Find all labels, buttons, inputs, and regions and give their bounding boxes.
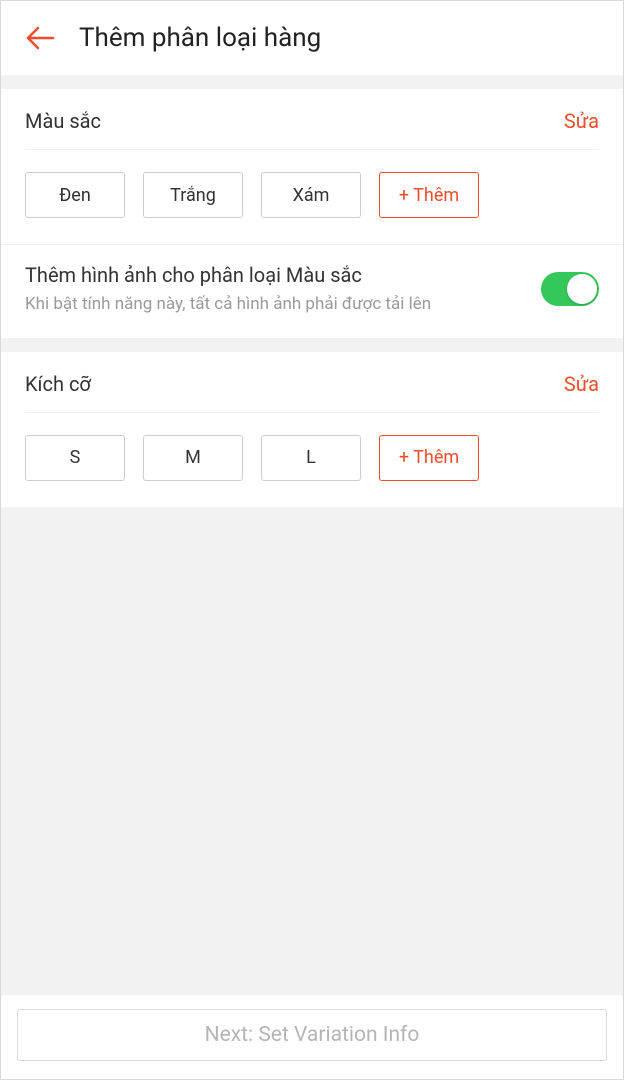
image-toggle-row: Thêm hình ảnh cho phân loại Màu sắc Khi … — [1, 244, 623, 338]
section-size-header: Kích cỡ Sửa — [1, 352, 623, 412]
image-toggle-title: Thêm hình ảnh cho phân loại Màu sắc — [25, 263, 525, 287]
page-title: Thêm phân loại hàng — [79, 23, 321, 53]
section-gap — [1, 338, 623, 352]
section-color-title: Màu sắc — [25, 109, 101, 133]
color-chip-grey[interactable]: Xám — [261, 172, 361, 218]
add-size-button[interactable]: + Thêm — [379, 435, 479, 481]
size-chip-row: S M L + Thêm — [1, 413, 623, 507]
color-chip-white[interactable]: Trắng — [143, 172, 243, 218]
section-size-title: Kích cỡ — [25, 372, 91, 396]
header-bar: Thêm phân loại hàng — [1, 1, 623, 75]
size-chip-l[interactable]: L — [261, 435, 361, 481]
next-button[interactable]: Next: Set Variation Info — [17, 1009, 607, 1061]
image-toggle-subtitle: Khi bật tính năng này, tất cả hình ảnh p… — [25, 293, 525, 316]
size-chip-s[interactable]: S — [25, 435, 125, 481]
color-chip-row: Đen Trắng Xám + Thêm — [1, 150, 623, 244]
section-size: Kích cỡ Sửa S M L + Thêm — [1, 352, 623, 507]
size-chip-m[interactable]: M — [143, 435, 243, 481]
edit-color-button[interactable]: Sửa — [564, 109, 599, 133]
add-color-button[interactable]: + Thêm — [379, 172, 479, 218]
back-arrow-icon[interactable] — [25, 26, 55, 50]
image-toggle-text: Thêm hình ảnh cho phân loại Màu sắc Khi … — [25, 263, 525, 316]
edit-size-button[interactable]: Sửa — [564, 372, 599, 396]
toggle-knob — [567, 274, 597, 304]
image-toggle-switch[interactable] — [541, 272, 599, 306]
footer-bar: Next: Set Variation Info — [1, 995, 623, 1079]
color-chip-black[interactable]: Đen — [25, 172, 125, 218]
app-frame: Thêm phân loại hàng Màu sắc Sửa Đen Trắn… — [0, 0, 624, 1080]
section-color: Màu sắc Sửa Đen Trắng Xám + Thêm Thêm hì… — [1, 89, 623, 338]
section-color-header: Màu sắc Sửa — [1, 89, 623, 149]
content-spacer — [1, 507, 623, 995]
section-gap — [1, 75, 623, 89]
